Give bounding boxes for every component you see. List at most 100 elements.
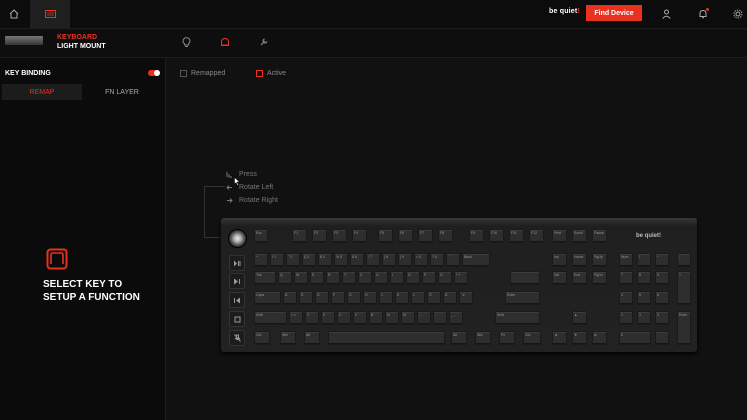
tab-lighting[interactable]: [179, 35, 193, 49]
key[interactable]: _ -: [449, 311, 463, 325]
tab-keyboard[interactable]: [218, 35, 232, 49]
nav-home[interactable]: [0, 0, 28, 28]
key[interactable]: Scroll: [572, 229, 587, 243]
key[interactable]: I: [390, 271, 404, 285]
key[interactable]: U: [374, 271, 388, 285]
knob-rotate-right[interactable]: Rotate Right: [226, 197, 278, 204]
media-next-key[interactable]: [229, 273, 245, 289]
key[interactable]: = 0: [414, 253, 428, 267]
key[interactable]: F7: [418, 229, 433, 243]
key[interactable]: Esc: [254, 229, 268, 243]
key[interactable]: PgUp: [592, 253, 607, 267]
key[interactable]: ►: [592, 331, 607, 345]
key[interactable]: Ctrl: [523, 331, 541, 345]
tab-fn-layer[interactable]: FN LAYER: [82, 84, 162, 100]
key[interactable]: P: [422, 271, 436, 285]
find-device-button[interactable]: Find Device: [586, 5, 642, 21]
knob-press[interactable]: Press: [226, 171, 257, 178]
key[interactable]: F12: [529, 229, 544, 243]
key[interactable]: 1: [619, 311, 633, 325]
media-mute-key[interactable]: [229, 330, 245, 346]
key[interactable]: Alt: [451, 331, 467, 345]
key[interactable]: F: [331, 291, 345, 305]
key[interactable]: Win: [280, 331, 296, 345]
key[interactable]: K: [395, 291, 409, 305]
key[interactable]: C: [337, 311, 351, 325]
key[interactable]: F4: [352, 229, 367, 243]
key[interactable]: ' #: [459, 291, 473, 305]
key[interactable]: 8: [637, 271, 651, 285]
settings-button[interactable]: [724, 0, 747, 28]
key[interactable]: Back: [462, 253, 490, 267]
volume-knob[interactable]: [228, 229, 247, 248]
key[interactable]: Num: [619, 253, 633, 267]
key[interactable]: 7: [619, 271, 633, 285]
key[interactable]: G: [347, 291, 361, 305]
key[interactable]: $ 4: [318, 253, 332, 267]
key[interactable]: 0: [619, 331, 651, 345]
key[interactable]: End: [572, 271, 587, 285]
key[interactable]: 4: [619, 291, 633, 305]
key[interactable]: F8: [438, 229, 453, 243]
key[interactable]: Enter: [677, 311, 691, 345]
media-play-pause-key[interactable]: [229, 255, 245, 271]
key[interactable]: F3: [332, 229, 347, 243]
key[interactable]: Y: [305, 311, 319, 325]
key[interactable]: H: [363, 291, 377, 305]
knob-rotate-left[interactable]: Rotate Left: [226, 184, 273, 191]
key[interactable]: & 6: [350, 253, 364, 267]
key[interactable]: F9: [469, 229, 484, 243]
key[interactable]: ? ß: [430, 253, 444, 267]
key[interactable]: E: [310, 271, 324, 285]
key[interactable]: F1: [292, 229, 307, 243]
key[interactable]: R: [326, 271, 340, 285]
key[interactable]: 5: [637, 291, 651, 305]
key[interactable]: Shift: [254, 311, 287, 325]
key[interactable]: ` ´: [446, 253, 460, 267]
key[interactable]: [328, 331, 445, 345]
key[interactable]: Q: [278, 271, 292, 285]
key[interactable]: / 7: [366, 253, 380, 267]
key[interactable]: Tab: [254, 271, 276, 285]
key[interactable]: Caps: [254, 291, 281, 305]
key[interactable]: Z: [358, 271, 372, 285]
notifications-button[interactable]: [689, 0, 717, 28]
key[interactable]: Enter: [505, 291, 540, 305]
nav-keyboard[interactable]: [30, 0, 70, 28]
key[interactable]: F6: [398, 229, 413, 243]
key[interactable]: Shift: [495, 311, 540, 325]
key[interactable]: *: [655, 253, 669, 267]
key[interactable]: : .: [433, 311, 447, 325]
key[interactable]: > <: [289, 311, 303, 325]
key[interactable]: D: [315, 291, 329, 305]
key[interactable]: Ä: [443, 291, 457, 305]
key[interactable]: Del: [552, 271, 567, 285]
key[interactable]: Ins: [552, 253, 567, 267]
key[interactable]: O: [406, 271, 420, 285]
key[interactable]: Ü: [438, 271, 452, 285]
key[interactable]: W: [294, 271, 308, 285]
tab-tools[interactable]: [257, 35, 271, 49]
key[interactable]: F11: [509, 229, 524, 243]
key[interactable]: S: [299, 291, 313, 305]
key[interactable]: Home: [572, 253, 587, 267]
key[interactable]: V: [353, 311, 367, 325]
media-previous-key[interactable]: [229, 292, 245, 308]
key[interactable]: A: [283, 291, 297, 305]
key[interactable]: B: [369, 311, 383, 325]
key[interactable]: /: [637, 253, 651, 267]
key[interactable]: ▲: [572, 311, 587, 325]
key[interactable]: Print: [552, 229, 567, 243]
key[interactable]: -: [677, 253, 691, 267]
key[interactable]: ) 9: [398, 253, 412, 267]
key[interactable]: * +: [454, 271, 468, 285]
key[interactable]: 2: [637, 311, 651, 325]
key[interactable]: J: [379, 291, 393, 305]
key[interactable]: F10: [489, 229, 504, 243]
key[interactable]: ▼: [572, 331, 587, 345]
account-button[interactable]: [652, 0, 680, 28]
key[interactable]: ,: [655, 331, 669, 345]
key[interactable]: Ctrl: [254, 331, 270, 345]
media-stop-key[interactable]: [229, 311, 245, 327]
key[interactable]: § 3: [302, 253, 316, 267]
